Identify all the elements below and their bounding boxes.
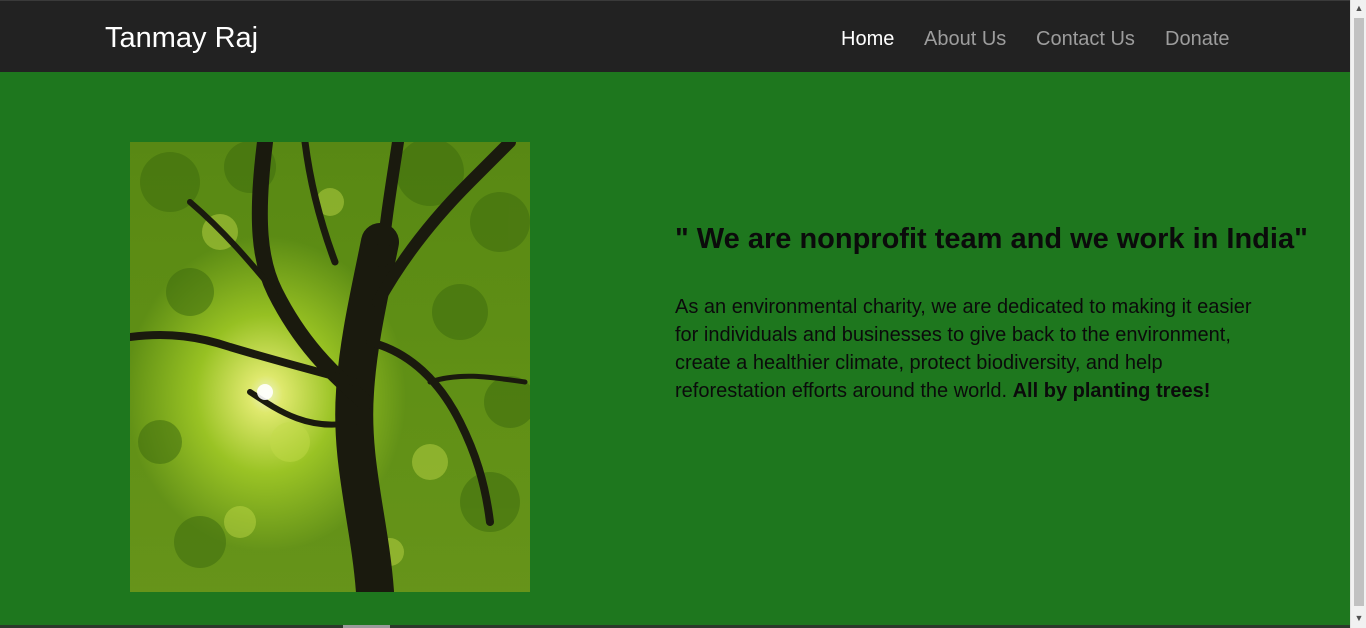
- vertical-scrollbar[interactable]: ▲ ▼: [1350, 0, 1366, 628]
- hero-headline: " We are nonprofit team and we work in I…: [675, 223, 1308, 255]
- tree-illustration: [130, 142, 530, 592]
- hero-description: As an environmental charity, we are dedi…: [675, 293, 1255, 405]
- triangle-down-icon[interactable]: ▼: [1351, 610, 1366, 626]
- description-bold-text: All by planting trees!: [1012, 380, 1211, 402]
- scrollbar-thumb[interactable]: [1354, 18, 1364, 606]
- nav-about-us-link[interactable]: About Us: [924, 27, 1006, 51]
- tree-image: [130, 142, 530, 592]
- triangle-up-icon[interactable]: ▲: [1351, 0, 1366, 16]
- nav-links: Home About Us Contact Us Donate: [0, 27, 1350, 53]
- nav-donate-link[interactable]: Donate: [1165, 27, 1230, 51]
- navbar: Tanmay Raj Home About Us Contact Us Dona…: [0, 0, 1350, 72]
- nav-home-link[interactable]: Home: [841, 27, 894, 51]
- nav-contact-us-link[interactable]: Contact Us: [1036, 27, 1135, 51]
